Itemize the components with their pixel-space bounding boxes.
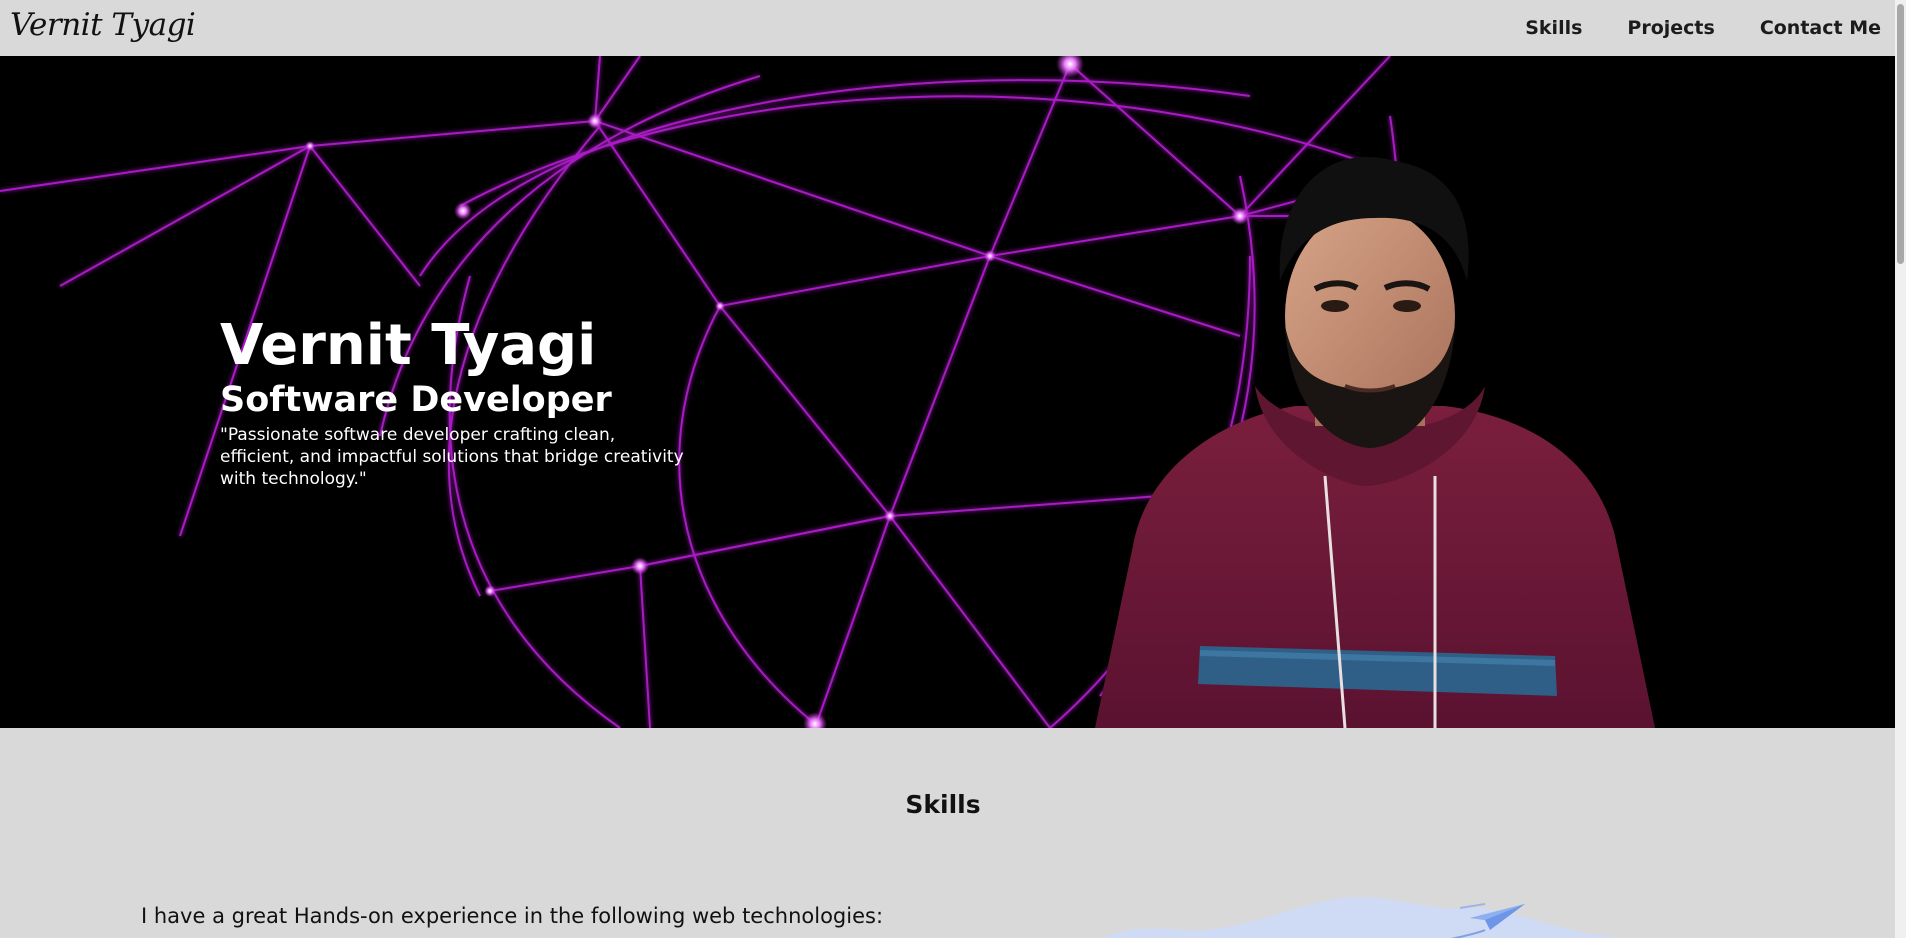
skills-intro: I have a great Hands-on experience in th… (141, 904, 884, 928)
portfolio-page: Vernit Tyagi Skills Projects Contact Me (0, 0, 1906, 938)
skills-section: Skills I have a great Hands-on experienc… (0, 728, 1895, 938)
navbar: Vernit Tyagi Skills Projects Contact Me (0, 0, 1895, 56)
hero-quote: "Passionate software developer crafting … (220, 425, 684, 489)
nav-link-contact[interactable]: Contact Me (1760, 17, 1881, 39)
hero-role: Software Developer (220, 380, 612, 420)
nav-links: Skills Projects Contact Me (1525, 17, 1881, 39)
page-scrollbar[interactable] (1895, 0, 1906, 938)
nav-link-skills[interactable]: Skills (1525, 17, 1582, 39)
hero-text-block: Vernit Tyagi Software Developer "Passion… (220, 316, 690, 490)
skills-title: Skills (905, 790, 981, 819)
paper-plane-illustration (1102, 897, 1623, 938)
brand-logo[interactable]: Vernit Tyagi (10, 7, 196, 43)
hero-name: Vernit Tyagi (220, 313, 597, 378)
scrollbar-thumb[interactable] (1897, 4, 1904, 264)
portrait-photo (1095, 156, 1655, 728)
nav-link-projects[interactable]: Projects (1627, 17, 1714, 39)
hero-section: Vernit Tyagi Software Developer "Passion… (0, 56, 1895, 728)
